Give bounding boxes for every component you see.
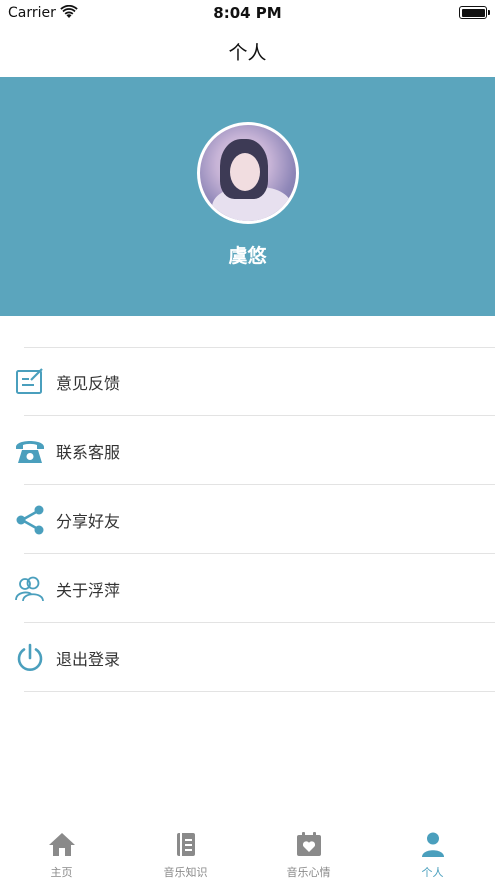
tab-bar: 主页 音乐知识 音乐心情 个人 [0, 824, 495, 881]
nav-bar: 个人 [0, 28, 495, 76]
book-icon [176, 833, 195, 856]
person-icon [421, 832, 444, 857]
menu-label: 退出登录 [56, 650, 121, 669]
menu-item-logout[interactable]: 退出登录 [0, 623, 495, 692]
tab-music-mood[interactable]: 音乐心情 [247, 824, 370, 881]
battery-icon [459, 6, 490, 19]
tab-label: 主页 [50, 866, 73, 879]
menu-label: 关于浮萍 [56, 581, 121, 600]
menu-item-contact-support[interactable]: 联系客服 [0, 416, 495, 485]
avatar[interactable] [197, 122, 299, 224]
tab-label: 音乐心情 [286, 866, 331, 879]
status-bar: Carrier 8:04 PM [0, 0, 495, 28]
username: 虞悠 [228, 245, 267, 267]
feedback-edit-icon [16, 368, 43, 394]
menu-item-about[interactable]: 关于浮萍 [0, 554, 495, 623]
tab-profile[interactable]: 个人 [371, 824, 494, 881]
status-time: 8:04 PM [213, 4, 282, 22]
calendar-heart-icon [296, 832, 321, 856]
menu-item-share[interactable]: 分享好友 [0, 485, 495, 554]
menu-label: 意见反馈 [56, 374, 121, 393]
menu-item-feedback[interactable]: 意见反馈 [0, 347, 495, 416]
share-icon [16, 505, 44, 535]
power-icon [17, 643, 43, 671]
tab-music-knowledge[interactable]: 音乐知识 [124, 824, 247, 881]
menu-label: 联系客服 [56, 443, 121, 462]
tab-label: 音乐知识 [163, 866, 208, 879]
menu-label: 分享好友 [56, 512, 121, 531]
tab-label: 个人 [421, 866, 444, 879]
home-icon [48, 833, 75, 856]
tab-home[interactable]: 主页 [0, 824, 123, 881]
telephone-icon [16, 441, 44, 463]
page-title: 个人 [228, 42, 267, 64]
users-about-icon [15, 576, 44, 602]
profile-header: 虞悠 [0, 77, 495, 316]
